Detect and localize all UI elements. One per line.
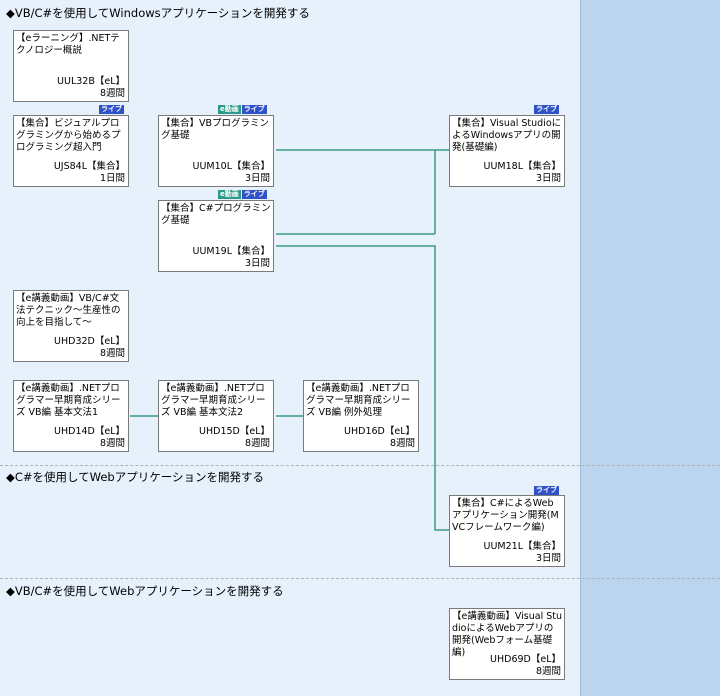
course-card-uhd15d[interactable]: 【e講義動画】.NETプログラマー早期育成シリーズ VB編 基本文法2 UHD1…: [158, 380, 274, 452]
course-card-uhd16d[interactable]: 【e講義動画】.NETプログラマー早期育成シリーズ VB編 例外処理 UHD16…: [303, 380, 419, 452]
live-badge: ライブ: [99, 105, 124, 114]
course-duration: 8週間: [389, 438, 415, 449]
badge-group: ライブ: [99, 105, 124, 114]
course-title: 【集合】VBプログラミング基礎: [161, 118, 270, 141]
course-title: 【e講義動画】Visual StudioによるWebアプリの開発(Webフォーム…: [452, 611, 563, 658]
course-duration: 3日間: [535, 553, 561, 564]
course-title: 【集合】Visual StudioによるWindowsアプリの開発(基礎編): [452, 118, 562, 153]
course-duration: 8週間: [244, 438, 270, 449]
course-card-uhd69d[interactable]: 【e講義動画】Visual StudioによるWebアプリの開発(Webフォーム…: [449, 608, 565, 680]
live-badge: ライブ: [241, 190, 267, 199]
course-duration: 3日間: [244, 258, 270, 269]
e-video-badge: e動画: [218, 105, 241, 114]
course-duration: 3日間: [244, 173, 270, 184]
course-card-uum19l[interactable]: 【集合】C#プログラミング基礎 UUM19L【集合】 3日間: [158, 200, 274, 272]
course-title: 【eラーニング】.NETテクノロジー概説: [16, 33, 120, 56]
course-duration: 1日間: [99, 173, 125, 184]
course-code: UJS84L【集合】: [53, 161, 125, 172]
course-code: UUL32B【eL】: [57, 76, 125, 87]
course-duration: 8週間: [99, 348, 125, 359]
course-code: UHD32D【eL】: [54, 336, 125, 347]
course-code: UUM10L【集合】: [192, 161, 271, 172]
course-card-uum21l[interactable]: 【集合】C#によるWebアプリケーション開発(MVCフレームワーク編) UUM2…: [449, 495, 565, 567]
course-title: 【e講義動画】.NETプログラマー早期育成シリーズ VB編 基本文法2: [161, 383, 266, 418]
course-title: 【e講義動画】VB/C#文法テクニック～生産性の向上を目指して～: [16, 293, 121, 328]
course-card-ujs84l[interactable]: 【集合】ビジュアルプログラミングから始めるプログラミング超入門 UJS84L【集…: [13, 115, 129, 187]
badge-group: ライブ: [534, 486, 559, 495]
badge-group: ライブ: [534, 105, 559, 114]
course-code: UUM21L【集合】: [483, 541, 562, 552]
course-code: UHD14D【eL】: [54, 426, 125, 437]
course-duration: 8週間: [535, 666, 561, 677]
e-video-badge: e動画: [218, 190, 241, 199]
course-duration: 8週間: [99, 88, 125, 99]
course-title: 【e講義動画】.NETプログラマー早期育成シリーズ VB編 例外処理: [306, 383, 411, 418]
course-card-uhd14d[interactable]: 【e講義動画】.NETプログラマー早期育成シリーズ VB編 基本文法1 UHD1…: [13, 380, 129, 452]
course-duration: 3日間: [535, 173, 561, 184]
course-title: 【集合】C#によるWebアプリケーション開発(MVCフレームワーク編): [452, 498, 559, 533]
course-code: UUM19L【集合】: [192, 246, 271, 257]
live-badge: ライブ: [534, 486, 559, 495]
course-code: UHD15D【eL】: [199, 426, 270, 437]
live-badge: ライブ: [241, 105, 267, 114]
badge-group: e動画 ライブ: [218, 190, 267, 199]
course-title: 【e講義動画】.NETプログラマー早期育成シリーズ VB編 基本文法1: [16, 383, 121, 418]
badge-group: e動画 ライブ: [218, 105, 267, 114]
course-card-uum10l[interactable]: 【集合】VBプログラミング基礎 UUM10L【集合】 3日間: [158, 115, 274, 187]
course-card-uul32b[interactable]: 【eラーニング】.NETテクノロジー概説 UUL32B【eL】 8週間: [13, 30, 129, 102]
course-card-uhd32d[interactable]: 【e講義動画】VB/C#文法テクニック～生産性の向上を目指して～ UHD32D【…: [13, 290, 129, 362]
course-title: 【集合】C#プログラミング基礎: [161, 203, 271, 226]
course-code: UUM18L【集合】: [483, 161, 562, 172]
course-duration: 8週間: [99, 438, 125, 449]
course-code: UHD16D【eL】: [344, 426, 415, 437]
course-code: UHD69D【eL】: [490, 654, 561, 665]
course-title: 【集合】ビジュアルプログラミングから始めるプログラミング超入門: [16, 118, 121, 153]
live-badge: ライブ: [534, 105, 559, 114]
course-card-uum18l[interactable]: 【集合】Visual StudioによるWindowsアプリの開発(基礎編) U…: [449, 115, 565, 187]
